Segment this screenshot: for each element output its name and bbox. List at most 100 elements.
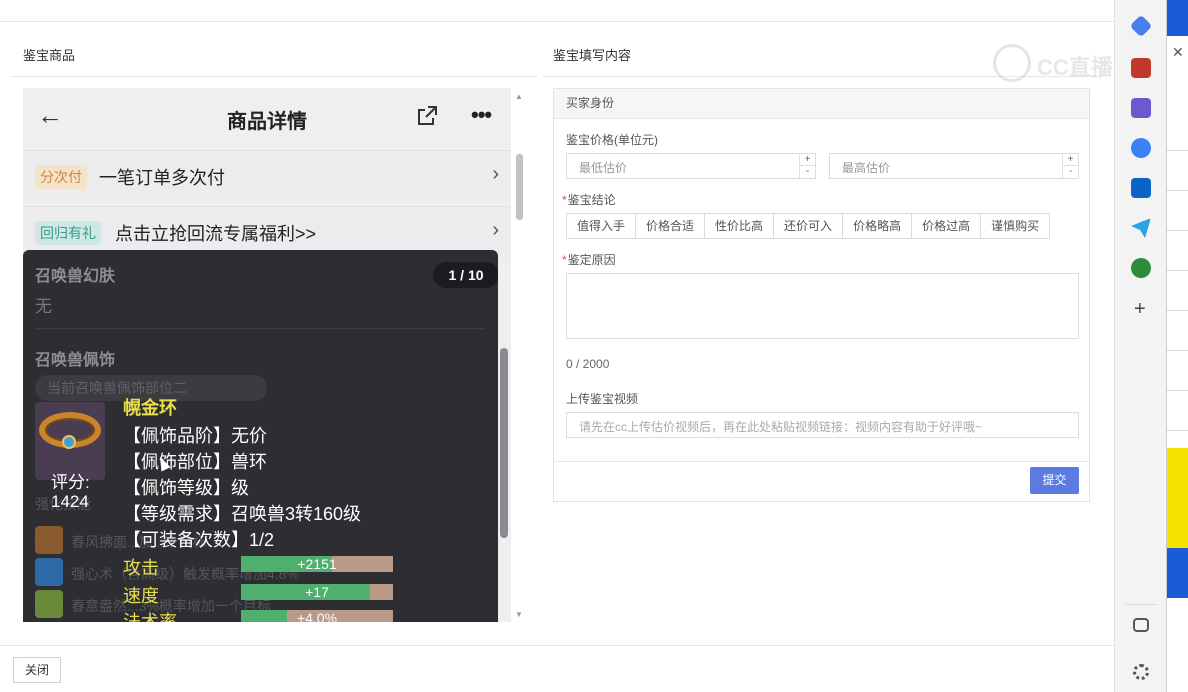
- chevron-right-icon: ›: [492, 163, 499, 185]
- video-label: 上传鉴宝视频: [566, 392, 639, 406]
- reason-textarea[interactable]: [566, 273, 1079, 339]
- installment-text: 一笔订单多次付: [99, 168, 225, 188]
- copilot-icon[interactable]: [1131, 138, 1151, 158]
- appraisal-form: 买家身份 鉴宝价格(单位元) 最低估价 + - 最高估价 + - *鉴宝结论 值得入…: [553, 88, 1090, 502]
- grid-line: [1167, 230, 1188, 231]
- score-value: 1424: [51, 492, 89, 511]
- installment-row[interactable]: 分次付 一笔订单多次付 ›: [23, 150, 511, 202]
- attribute-popup[interactable]: 1 / 10 召唤兽幻肤 无 召唤兽佩饰 当前召唤兽佩饰部位二 强化技能 春风拂…: [23, 250, 498, 622]
- stat-value: +2151: [297, 556, 337, 572]
- item-tooltip: 评分: 1424 幌金环 【佩饰品阶】无价 【佩饰部位】兽环 【佩饰等级】级 【…: [23, 380, 498, 622]
- decrement-icon[interactable]: -: [800, 166, 815, 178]
- stat-value: +4.0%: [296, 610, 338, 622]
- item-attribute: 【可装备次数】1/2: [123, 530, 275, 550]
- installment-tag: 分次付: [35, 165, 87, 189]
- grid-line: [1167, 350, 1188, 351]
- grid-line: [1167, 150, 1188, 151]
- top-bar: [0, 0, 1114, 22]
- image-counter: 1 / 10: [433, 262, 498, 288]
- watermark-logo-icon: [993, 44, 1031, 82]
- share-icon[interactable]: [415, 104, 439, 128]
- plus-icon[interactable]: +: [1134, 298, 1146, 321]
- grid-line: [1167, 190, 1188, 191]
- max-price-input[interactable]: 最高估价 + -: [829, 153, 1079, 179]
- inner-scrollbar-thumb[interactable]: [500, 348, 508, 538]
- chess-icon[interactable]: [1131, 98, 1151, 118]
- left-section-divider: [10, 76, 537, 77]
- settings-icon[interactable]: [1133, 664, 1149, 680]
- grid-line: [1167, 310, 1188, 311]
- grid-line: [1167, 430, 1188, 431]
- return-gift-text: 点击立抢回流专属福利>>: [115, 224, 317, 244]
- conclusion-option[interactable]: 性价比高: [705, 214, 775, 238]
- item-attribute: 【佩饰部位】兽环: [123, 452, 267, 472]
- stat-value: +17: [305, 584, 329, 600]
- background-window-strip: ✕: [1166, 0, 1188, 692]
- conclusion-option[interactable]: 价格合适: [636, 214, 706, 238]
- grid-line: [1167, 270, 1188, 271]
- item-attribute: 【等级需求】召唤兽3转160级: [123, 504, 362, 524]
- scrollbar-thumb[interactable]: [516, 154, 523, 220]
- chevron-right-icon: ›: [492, 219, 499, 241]
- close-icon[interactable]: ✕: [1172, 44, 1184, 61]
- scroll-down-icon[interactable]: ▼: [515, 610, 523, 619]
- video-link-input[interactable]: 请先在cc上传估价视频后，再在此处粘贴视频链接：视频内容有助于好评哦~: [566, 412, 1079, 438]
- preview-header: ← 商品详情 •••: [23, 88, 511, 146]
- stat-bar: +2151: [241, 556, 393, 572]
- right-section-title: 鉴宝填写内容: [553, 48, 632, 63]
- background-block: [1167, 548, 1188, 598]
- product-preview[interactable]: ← 商品详情 ••• 分次付 一笔订单多次付 › 回归有礼 点击立抢回流专属福利…: [23, 88, 511, 622]
- stat-name: 攻击: [123, 558, 159, 578]
- decrement-icon[interactable]: -: [1063, 166, 1078, 178]
- submit-button[interactable]: 提交: [1030, 467, 1079, 494]
- video-link-placeholder: 请先在cc上传估价视频后，再在此处粘贴视频链接：视频内容有助于好评哦~: [579, 420, 983, 434]
- conclusion-option[interactable]: 值得入手: [567, 214, 637, 238]
- conclusion-options: 值得入手 价格合适 性价比高 还价可入 价格略高 价格过高 谨慎购买: [566, 213, 1051, 239]
- increment-icon[interactable]: +: [1063, 154, 1078, 166]
- conclusion-option[interactable]: 价格略高: [843, 214, 913, 238]
- stat-bar: +4.0%: [241, 610, 393, 622]
- stat-name: 速度: [123, 586, 159, 606]
- item-attribute: 【佩饰等级】级: [123, 478, 249, 498]
- min-price-input[interactable]: 最低估价 + -: [566, 153, 816, 179]
- stat-name: 法术率: [123, 612, 177, 622]
- tag-icon[interactable]: [1129, 14, 1153, 38]
- increment-icon[interactable]: +: [800, 154, 815, 166]
- more-icon[interactable]: •••: [471, 102, 492, 128]
- screenshot-icon[interactable]: [1133, 618, 1149, 632]
- conclusion-label: *鉴宝结论: [562, 193, 616, 207]
- left-section-title: 鉴宝商品: [23, 48, 76, 63]
- item-attribute: 【佩饰品阶】无价: [123, 426, 267, 446]
- buyer-identity-header: 买家身份: [554, 89, 1089, 119]
- background-titlebar: [1167, 0, 1188, 36]
- max-price-stepper[interactable]: + -: [1062, 154, 1078, 178]
- sidebar-divider: [1125, 604, 1157, 605]
- form-footer-divider: [554, 461, 1089, 462]
- footer-divider: [0, 645, 1114, 646]
- price-label: 鉴宝价格(单位元): [566, 133, 658, 147]
- background-highlight: [1167, 448, 1188, 548]
- min-price-placeholder: 最低估价: [579, 161, 628, 175]
- conclusion-option[interactable]: 谨慎购买: [981, 214, 1050, 238]
- outlook-icon[interactable]: [1131, 178, 1151, 198]
- item-name: 幌金环: [123, 398, 177, 418]
- popup-divider: [35, 328, 485, 329]
- skin-label: 召唤兽幻肤: [35, 268, 116, 285]
- min-price-stepper[interactable]: + -: [799, 154, 815, 178]
- char-counter: 0 / 2000: [566, 357, 610, 371]
- watermark-text: CC直播: [1037, 55, 1113, 80]
- score-label: 评分:: [51, 473, 90, 492]
- stat-bar: +17: [241, 584, 393, 600]
- tree-icon[interactable]: [1131, 258, 1151, 278]
- conclusion-option[interactable]: 还价可入: [774, 214, 844, 238]
- reason-label: *鉴定原因: [562, 253, 616, 267]
- scroll-up-icon[interactable]: ▲: [515, 92, 523, 101]
- grid-line: [1167, 390, 1188, 391]
- send-icon[interactable]: [1131, 218, 1151, 238]
- conclusion-option[interactable]: 价格过高: [912, 214, 982, 238]
- max-price-placeholder: 最高估价: [842, 161, 891, 175]
- return-gift-tag: 回归有礼: [35, 221, 101, 245]
- ornament-label: 召唤兽佩饰: [35, 352, 116, 369]
- briefcase-icon[interactable]: [1131, 58, 1151, 78]
- close-button[interactable]: 关闭: [13, 657, 61, 683]
